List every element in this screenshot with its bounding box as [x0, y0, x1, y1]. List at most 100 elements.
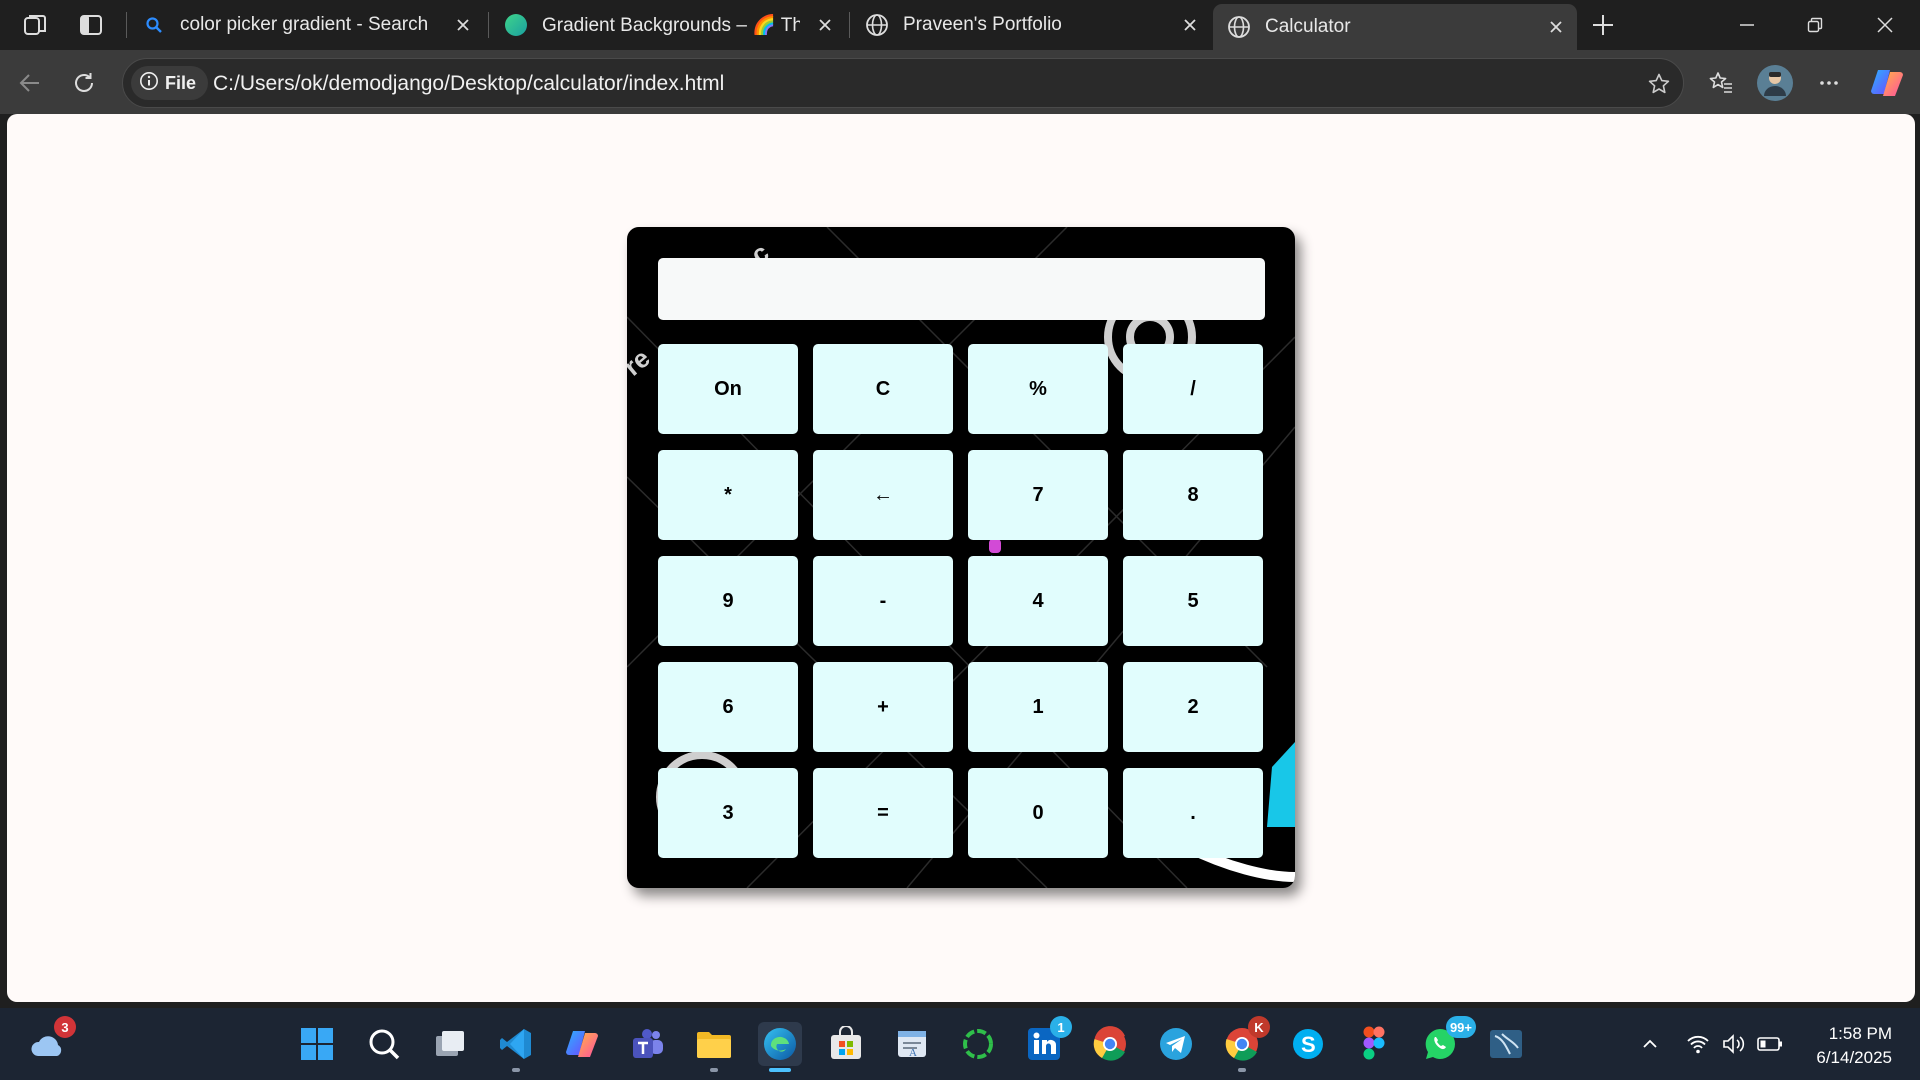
whatsapp-icon[interactable]: 99+: [1418, 1016, 1476, 1066]
key-equals[interactable]: =: [813, 768, 953, 858]
green-circle-icon: [504, 13, 528, 37]
key-divide[interactable]: /: [1123, 344, 1263, 434]
vertical-tabs-icon[interactable]: [76, 10, 106, 40]
chevron-up-icon[interactable]: [1636, 1030, 1664, 1058]
chrome-icon[interactable]: [1088, 1022, 1132, 1066]
key-7[interactable]: 7: [968, 450, 1108, 540]
key-add[interactable]: +: [813, 662, 953, 752]
key-clear[interactable]: C: [813, 344, 953, 434]
vscode-icon[interactable]: [494, 1022, 538, 1072]
new-tab-icon[interactable]: [1588, 10, 1618, 40]
key-decimal[interactable]: .: [1123, 768, 1263, 858]
tab-gradient-backgrounds[interactable]: Gradient Backgrounds – 🌈 The Best Gradie…: [490, 4, 846, 46]
tab-calculator[interactable]: Calculator: [1213, 4, 1577, 50]
copilot-app-icon[interactable]: [560, 1022, 604, 1066]
clock-time: 1:58 PM: [1828, 1024, 1892, 1043]
teams-icon[interactable]: [626, 1022, 670, 1066]
workspaces-icon[interactable]: [20, 10, 50, 40]
globe-icon: [865, 13, 889, 37]
favorites-icon[interactable]: [1702, 64, 1740, 102]
tab-title: color picker gradient - Search: [180, 14, 429, 35]
telegram-icon[interactable]: [1154, 1022, 1198, 1066]
key-0[interactable]: 0: [968, 768, 1108, 858]
tab-title: Calculator: [1265, 16, 1351, 37]
running-indicator: [769, 1068, 791, 1072]
scheme-label: File: [165, 72, 197, 93]
close-tab-icon[interactable]: [812, 12, 838, 38]
page-viewport: c re o On C % / * ← 7 8 9 - 4 5 6 + 1 2 …: [7, 114, 1915, 1002]
linkedin-badge: 1: [1050, 1016, 1072, 1038]
running-indicator: [1238, 1068, 1246, 1072]
close-tab-icon[interactable]: [1543, 14, 1569, 40]
key-4[interactable]: 4: [968, 556, 1108, 646]
close-window-icon[interactable]: [1852, 0, 1918, 50]
browser-toolbar: File C:/Users/ok/demodjango/Desktop/calc…: [0, 50, 1920, 114]
tab-divider: [488, 12, 489, 38]
close-tab-icon[interactable]: [450, 12, 476, 38]
profile-avatar[interactable]: [1756, 64, 1794, 102]
clock-date: 6/14/2025: [1816, 1048, 1892, 1067]
globe-icon: [1227, 15, 1251, 39]
figma-icon[interactable]: [1352, 1022, 1396, 1066]
key-backspace[interactable]: ←: [813, 450, 953, 540]
weather-badge: 3: [54, 1016, 76, 1038]
key-subtract[interactable]: -: [813, 556, 953, 646]
tab-title: Gradient Backgrounds – 🌈 The Best Gradie…: [542, 15, 800, 36]
svg-text:S: S: [1301, 1032, 1316, 1057]
address-bar[interactable]: File C:/Users/ok/demodjango/Desktop/calc…: [122, 58, 1684, 108]
calculator-display[interactable]: [658, 258, 1265, 320]
key-6[interactable]: 6: [658, 662, 798, 752]
copilot-icon[interactable]: [1868, 64, 1906, 102]
key-9[interactable]: 9: [658, 556, 798, 646]
whatsapp-badge: 99+: [1445, 1016, 1476, 1038]
tab-portfolio[interactable]: Praveen's Portfolio: [851, 4, 1211, 46]
key-percent[interactable]: %: [968, 344, 1108, 434]
browser-tab-strip: color picker gradient - Search Gradient …: [0, 0, 1920, 50]
running-indicator: [512, 1068, 520, 1072]
mysql-workbench-icon[interactable]: [1484, 1022, 1528, 1066]
edge-icon[interactable]: [758, 1022, 802, 1072]
svg-text:A: A: [909, 1047, 917, 1059]
tab-divider: [126, 12, 127, 38]
linkedin-icon[interactable]: 1: [1022, 1016, 1072, 1066]
info-icon: [139, 71, 159, 96]
refresh-ring-icon[interactable]: [956, 1022, 1000, 1066]
key-8[interactable]: 8: [1123, 450, 1263, 540]
calculator: c re o On C % / * ← 7 8 9 - 4 5 6 + 1 2 …: [627, 227, 1295, 888]
taskbar: 3 A 1 K S 99+ 1:58 PM 6/14/2025: [0, 1008, 1920, 1080]
refresh-icon[interactable]: [66, 65, 102, 101]
minimize-icon[interactable]: [1714, 0, 1780, 50]
task-view-icon[interactable]: [428, 1022, 472, 1066]
system-clock[interactable]: 1:58 PM 6/14/2025: [1816, 1022, 1892, 1070]
more-options-icon[interactable]: [1810, 64, 1848, 102]
volume-icon[interactable]: [1720, 1030, 1748, 1058]
battery-icon[interactable]: [1756, 1030, 1784, 1058]
skype-icon[interactable]: S: [1286, 1022, 1330, 1066]
chrome-profile-icon[interactable]: K: [1220, 1016, 1270, 1072]
search-icon[interactable]: [362, 1022, 406, 1066]
key-on[interactable]: On: [658, 344, 798, 434]
microsoft-store-icon[interactable]: [824, 1022, 868, 1066]
key-2[interactable]: 2: [1123, 662, 1263, 752]
start-icon[interactable]: [295, 1022, 339, 1066]
back-arrow-icon[interactable]: [12, 65, 48, 101]
tab-divider: [849, 12, 850, 38]
svg-text:re: re: [627, 343, 656, 382]
key-1[interactable]: 1: [968, 662, 1108, 752]
key-5[interactable]: 5: [1123, 556, 1263, 646]
chrome-profile-badge: K: [1248, 1016, 1270, 1038]
calculator-keypad: On C % / * ← 7 8 9 - 4 5 6 + 1 2 3 = 0 .: [658, 344, 1263, 858]
close-tab-icon[interactable]: [1177, 12, 1203, 38]
url-text[interactable]: C:/Users/ok/demodjango/Desktop/calculato…: [213, 72, 724, 96]
file-explorer-icon[interactable]: [692, 1022, 736, 1072]
weather-icon[interactable]: 3: [26, 1016, 76, 1066]
running-indicator: [710, 1068, 718, 1072]
tab-search[interactable]: color picker gradient - Search: [128, 4, 484, 46]
key-multiply[interactable]: *: [658, 450, 798, 540]
restore-icon[interactable]: [1782, 0, 1848, 50]
key-3[interactable]: 3: [658, 768, 798, 858]
favorite-star-icon[interactable]: [1645, 70, 1673, 98]
wifi-icon[interactable]: [1684, 1030, 1712, 1058]
notepad-icon[interactable]: A: [890, 1022, 934, 1066]
site-info-chip[interactable]: File: [131, 66, 209, 100]
